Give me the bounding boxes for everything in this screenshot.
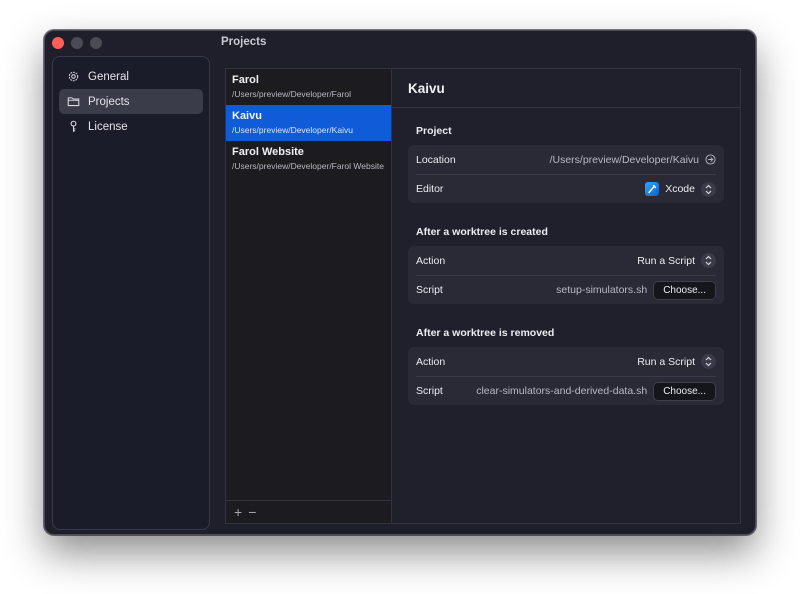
project-item-kaivu[interactable]: Kaivu /Users/preview/Developer/Kaivu [226,105,391,141]
choose-removed-script-button[interactable]: Choose... [653,381,716,401]
gear-icon [67,70,80,83]
sidebar-item-label: Projects [88,95,130,108]
removed-script-container: clear-simulators-and-derived-data.sh Cho… [476,381,716,401]
location-value-container: /Users/preview/Developer/Kaivu [550,154,716,166]
chevron-up-down-icon [701,354,716,369]
script-value: clear-simulators-and-derived-data.sh [476,385,648,397]
reveal-arrow-icon[interactable] [705,154,716,165]
editor-select[interactable]: Xcode [645,181,716,197]
project-item-farol[interactable]: Farol /Users/preview/Developer/Farol [226,69,391,105]
removed-section-title: After a worktree is removed [416,327,555,339]
folder-icon [67,95,80,108]
action-label: Action [416,355,446,368]
created-section-title: After a worktree is created [416,226,548,238]
project-item-farol-website[interactable]: Farol Website /Users/preview/Developer/F… [226,141,391,177]
editor-value: Xcode [665,183,695,195]
key-icon [67,120,80,133]
removed-script-row: Script clear-simulators-and-derived-data… [416,376,716,405]
xcode-app-icon [645,182,660,196]
editor-label: Editor [416,183,444,195]
choose-created-script-button[interactable]: Choose... [653,280,716,300]
window-title: Projects [221,36,267,48]
action-value: Run a Script [637,355,695,368]
project-name: Farol Website [232,146,304,158]
project-name: Kaivu [232,110,262,122]
removed-action-row: Action Run a Script [416,347,716,376]
script-label: Script [416,284,443,296]
add-project-button[interactable]: + [234,504,242,520]
removed-action-select[interactable]: Run a Script [637,354,716,369]
settings-window: Projects General Projects License Farol … [44,30,756,535]
created-settings-group: Action Run a Script Script setup-simulat… [408,246,724,304]
chevron-up-down-icon [701,181,716,197]
editor-row: Editor Xcode [416,174,716,203]
project-name: Farol [232,74,259,86]
action-value: Run a Script [637,254,695,267]
project-settings-group: Location /Users/preview/Developer/Kaivu … [408,145,724,203]
chevron-up-down-icon [701,253,716,268]
project-path: /Users/preview/Developer/Farol Website [232,161,384,171]
project-section-title: Project [416,125,452,137]
sidebar-item-projects[interactable]: Projects [59,89,203,114]
detail-title: Kaivu [392,69,740,108]
script-label: Script [416,385,443,397]
zoom-window-button[interactable] [90,37,102,49]
action-label: Action [416,254,446,267]
location-row: Location /Users/preview/Developer/Kaivu [416,145,716,174]
remove-project-button[interactable]: − [248,504,256,520]
project-path: /Users/preview/Developer/Kaivu [232,125,353,135]
close-window-button[interactable] [52,37,64,49]
location-label: Location [416,153,456,166]
sidebar-item-label: General [88,70,129,83]
created-script-row: Script setup-simulators.sh Choose... [416,275,716,304]
project-list-footer: + − [226,500,391,523]
location-value: /Users/preview/Developer/Kaivu [549,153,699,166]
project-detail-pane: Kaivu Project Location /Users/preview/De… [391,68,741,524]
window-controls [52,37,102,49]
project-path: /Users/preview/Developer/Farol [232,89,352,99]
created-action-select[interactable]: Run a Script [637,253,716,268]
created-script-container: setup-simulators.sh Choose... [556,280,716,300]
minimize-window-button[interactable] [71,37,83,49]
removed-settings-group: Action Run a Script Script clear-simulat… [408,347,724,405]
project-list: Farol /Users/preview/Developer/Farol Kai… [225,68,391,524]
script-value: setup-simulators.sh [556,284,648,296]
created-action-row: Action Run a Script [416,246,716,275]
settings-sidebar: General Projects License [52,56,210,530]
sidebar-item-label: License [88,120,128,133]
sidebar-item-general[interactable]: General [59,64,203,89]
sidebar-item-license[interactable]: License [59,114,203,139]
